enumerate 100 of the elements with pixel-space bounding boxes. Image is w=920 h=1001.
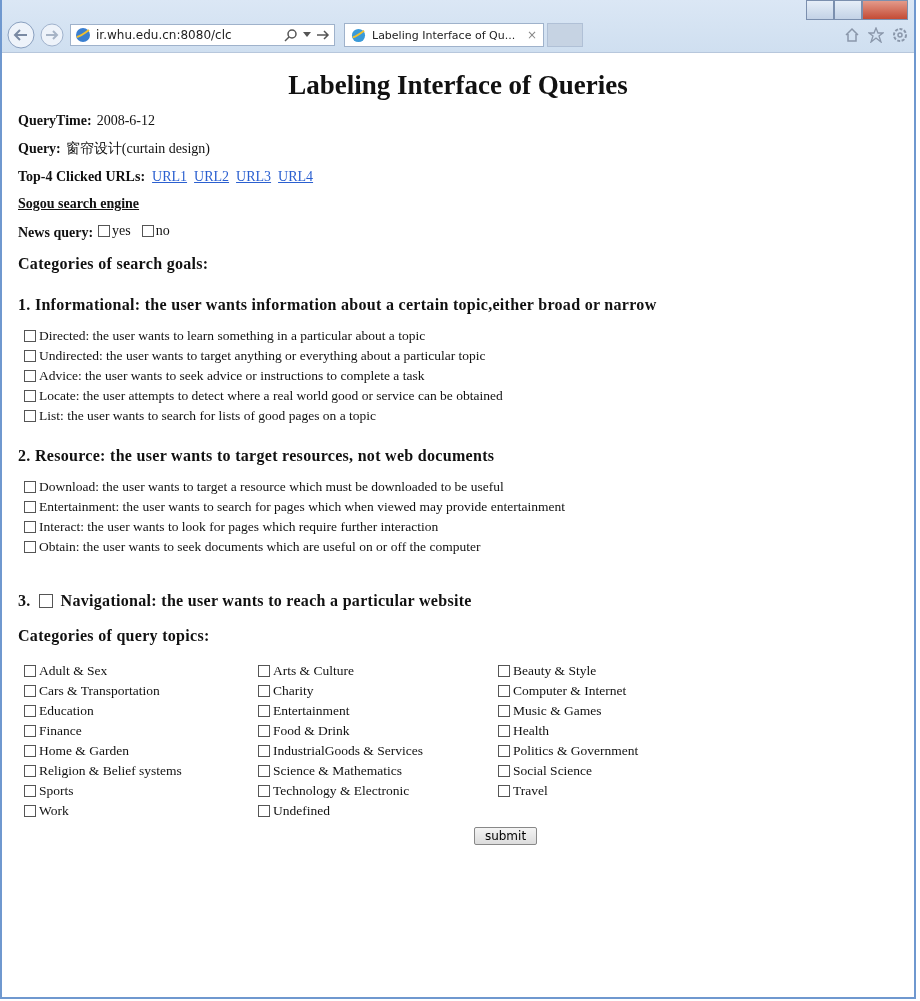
checkbox[interactable] (498, 704, 510, 717)
checkbox[interactable] (24, 370, 36, 383)
checkbox-label: Undefined (273, 802, 330, 819)
page-title: Labeling Interface of Queries (287, 70, 629, 101)
checkbox-label: Advice: the user wants to seek advice or instructions to complete a task (39, 368, 425, 385)
field-value: 窗帘设计(curtain design) (65, 140, 210, 158)
checkbox-label: Music & Games (513, 702, 602, 719)
checkbox[interactable] (498, 664, 510, 677)
browser-logo-icon (75, 27, 91, 43)
search-engine-link[interactable]: Sogou search engine (18, 196, 140, 212)
checkbox[interactable] (24, 784, 36, 797)
url-link[interactable]: URL3 (236, 169, 272, 185)
dropdown-icon[interactable] (303, 32, 311, 38)
checkbox[interactable] (498, 744, 510, 757)
checkbox[interactable] (258, 684, 270, 697)
checkbox-label: Undirected: the user wants to target anything or everything about a particular topic (39, 348, 486, 365)
checkbox-label: yes (112, 223, 131, 239)
tab-title: Labeling Interface of Qu... (372, 28, 517, 42)
field-label: Top-4 Clicked URLs: (18, 169, 146, 185)
checkbox-label: Directed: the user wants to learn something in a particular about a topic (39, 328, 426, 345)
checkbox[interactable] (258, 764, 270, 777)
checkbox[interactable] (98, 225, 111, 237)
checkbox-label: Entertainment: the user wants to search for pages which when viewed may provide entertainment (39, 499, 565, 516)
checkbox[interactable] (24, 330, 36, 343)
checkbox[interactable] (498, 784, 510, 797)
checkbox-label: Arts & Culture (273, 662, 354, 679)
checkbox-label: Interact: the user wants to look for pages which require further interaction (39, 519, 439, 536)
goal-heading: 1. Informational: the user wants information about a certain topic,either broad or narrow (18, 295, 658, 315)
checkbox-label: Charity (273, 682, 314, 699)
checkbox[interactable] (24, 664, 36, 677)
section-heading: Categories of search goals: (18, 255, 210, 273)
submit-button[interactable]: submit (473, 826, 538, 845)
checkbox-label: Travel (513, 782, 548, 799)
checkbox-label: Social Science (513, 762, 593, 779)
checkbox[interactable] (24, 481, 36, 494)
checkbox[interactable] (141, 225, 154, 237)
checkbox[interactable] (24, 804, 36, 817)
field-value: 2008-6-12 (96, 113, 155, 129)
checkbox[interactable] (24, 410, 36, 423)
back-icon[interactable] (6, 21, 36, 49)
checkbox[interactable] (24, 724, 36, 737)
checkbox[interactable] (24, 764, 36, 777)
checkbox-label: Locate: the user attempts to detect where a real world good or service can be obtained (39, 388, 503, 405)
browser-logo-icon (351, 27, 366, 43)
checkbox[interactable] (24, 501, 36, 514)
checkbox-label: Work (39, 802, 69, 819)
checkbox[interactable] (258, 704, 270, 717)
checkbox-label: Sports (39, 782, 74, 799)
checkbox-label: Entertainment (273, 702, 350, 719)
field-label: Query: (18, 141, 61, 157)
checkbox[interactable] (24, 521, 36, 534)
checkbox-label: Beauty & Style (513, 662, 597, 679)
checkbox[interactable] (258, 664, 270, 677)
checkbox[interactable] (258, 804, 270, 817)
checkbox-label: no (155, 223, 170, 239)
checkbox-label: Education (39, 702, 94, 719)
url-link[interactable]: URL4 (278, 169, 314, 185)
checkbox[interactable] (498, 684, 510, 697)
checkbox[interactable] (498, 764, 510, 777)
checkbox-label: Finance (39, 722, 82, 739)
checkbox-label: Computer & Internet (513, 682, 627, 699)
checkbox[interactable] (24, 744, 36, 757)
checkbox-label: List: the user wants to search for lists of good pages on a topic (39, 408, 377, 425)
checkbox[interactable] (498, 724, 510, 737)
checkbox[interactable] (258, 784, 270, 797)
section-heading: Categories of query topics: (18, 626, 211, 645)
checkbox[interactable] (24, 541, 36, 554)
minimize-button[interactable] (806, 0, 834, 20)
url-link[interactable]: URL2 (194, 169, 230, 185)
star-icon[interactable] (868, 27, 884, 43)
goal-heading: 2. Resource: the user wants to target resources, not web documents (18, 446, 496, 466)
checkbox[interactable] (24, 350, 36, 363)
checkbox[interactable] (38, 593, 53, 608)
goal-heading: Navigational: the user wants to reach a particular website (60, 591, 472, 611)
checkbox-label: Technology & Electronic (273, 782, 410, 799)
checkbox-label: Download: the user wants to target a resource which must be downloaded to be useful (39, 479, 504, 496)
tab-close-button[interactable]: × (526, 28, 537, 42)
checkbox-label: Obtain: the user wants to seek documents which are useful on or off the computer (39, 539, 481, 556)
maximize-button[interactable] (834, 0, 862, 20)
field-label: QueryTime: (18, 113, 92, 129)
search-icon[interactable] (284, 28, 298, 42)
checkbox-label: IndustrialGoods & Services (273, 742, 423, 759)
checkbox-label: Home & Garden (39, 742, 129, 759)
checkbox-label: Politics & Government (513, 742, 639, 759)
checkbox[interactable] (24, 390, 36, 403)
checkbox[interactable] (258, 724, 270, 737)
go-arrow-icon[interactable] (316, 29, 330, 41)
checkbox[interactable] (258, 744, 270, 757)
checkbox-label: Religion & Belief systems (39, 762, 182, 779)
checkbox-label: Science & Mathematics (273, 762, 402, 779)
field-label: News query: (18, 225, 94, 241)
checkbox-label: Health (513, 722, 549, 739)
checkbox-label: Food & Drink (273, 722, 350, 739)
browser-tab[interactable]: Labeling Interface of Qu... × (344, 23, 544, 47)
goal-number: 3. (18, 591, 31, 611)
checkbox[interactable] (24, 704, 36, 717)
address-bar[interactable]: ir.whu.edu.cn:8080/clc (70, 24, 335, 46)
url-link[interactable]: URL1 (152, 169, 188, 185)
checkbox-label: Adult & Sex (39, 662, 108, 679)
checkbox[interactable] (24, 684, 36, 697)
